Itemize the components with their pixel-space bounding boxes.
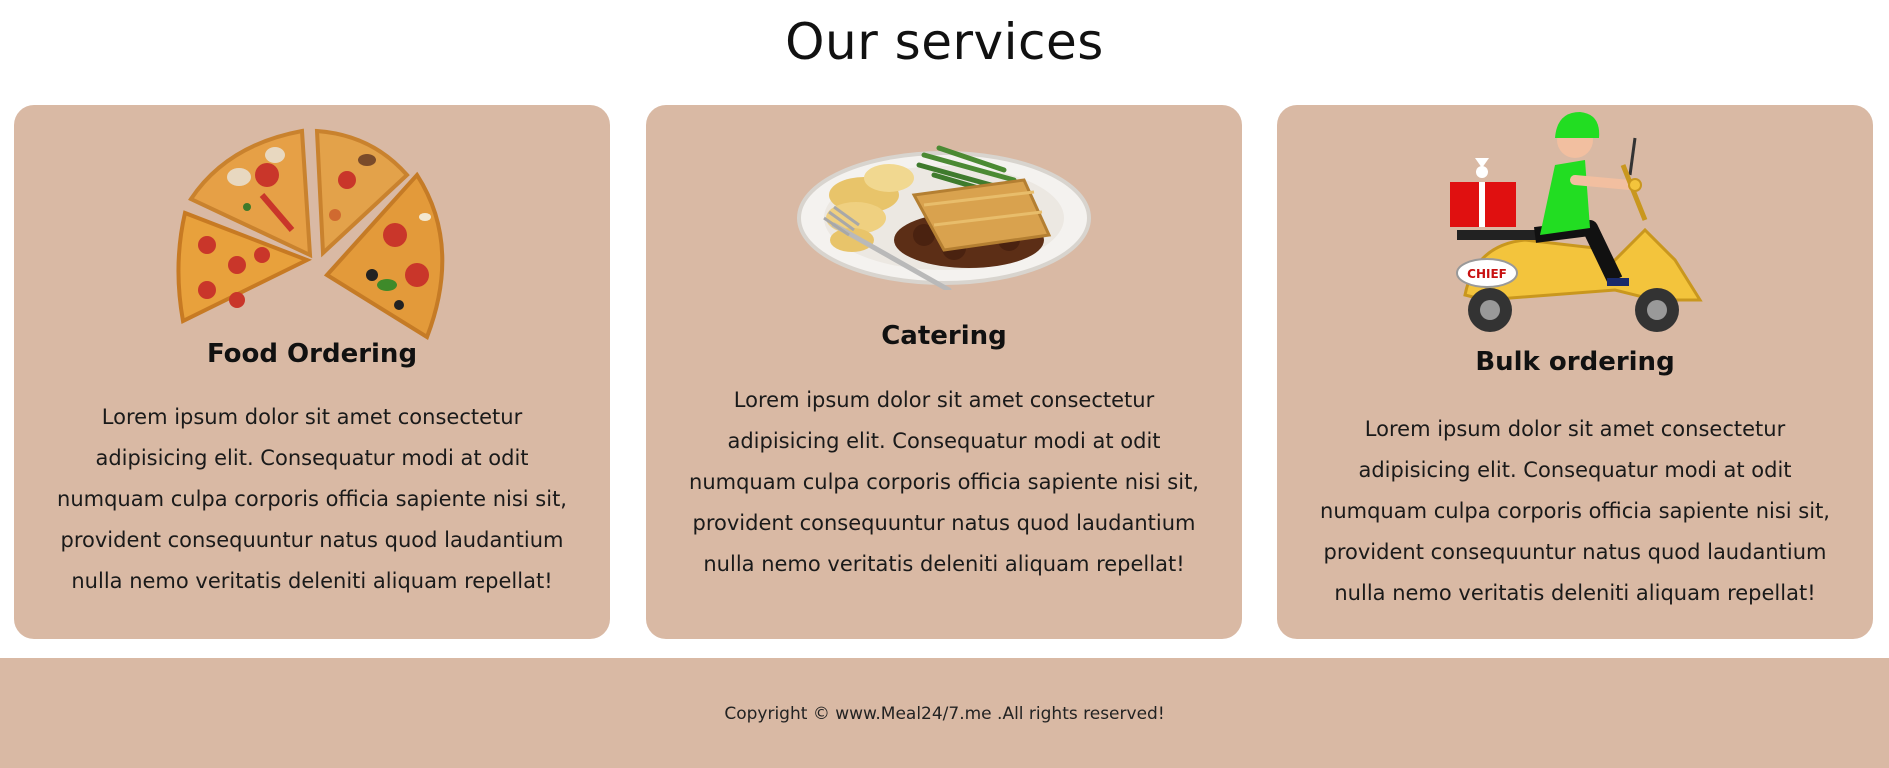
service-card-food-ordering: Food Ordering Lorem ipsum dolor sit amet… [14,105,610,639]
service-description: Lorem ipsum dolor sit amet consectetur a… [689,388,1199,576]
service-description: Lorem ipsum dolor sit amet consectetur a… [1320,417,1830,605]
page-title: Our services [785,13,1104,71]
svg-text:CHIEF: CHIEF [1467,267,1507,281]
service-title: Catering [881,321,1007,351]
service-title: Bulk ordering [1475,347,1675,377]
footer-copyright: Copyright © www.Meal24/7.me .All rights … [724,704,1165,724]
delivery-scooter-image: CHIEF [1450,112,1703,332]
pizza-image [176,128,445,340]
service-card-catering: Catering Lorem ipsum dolor sit amet cons… [646,105,1242,639]
service-title: Food Ordering [206,339,418,369]
catering-plate-image [797,145,1091,290]
service-card-bulk-ordering: CHIEF Bulk ordering Lorem ipsum dolor si… [1277,105,1873,639]
service-description: Lorem ipsum dolor sit amet consectetur a… [57,405,567,593]
